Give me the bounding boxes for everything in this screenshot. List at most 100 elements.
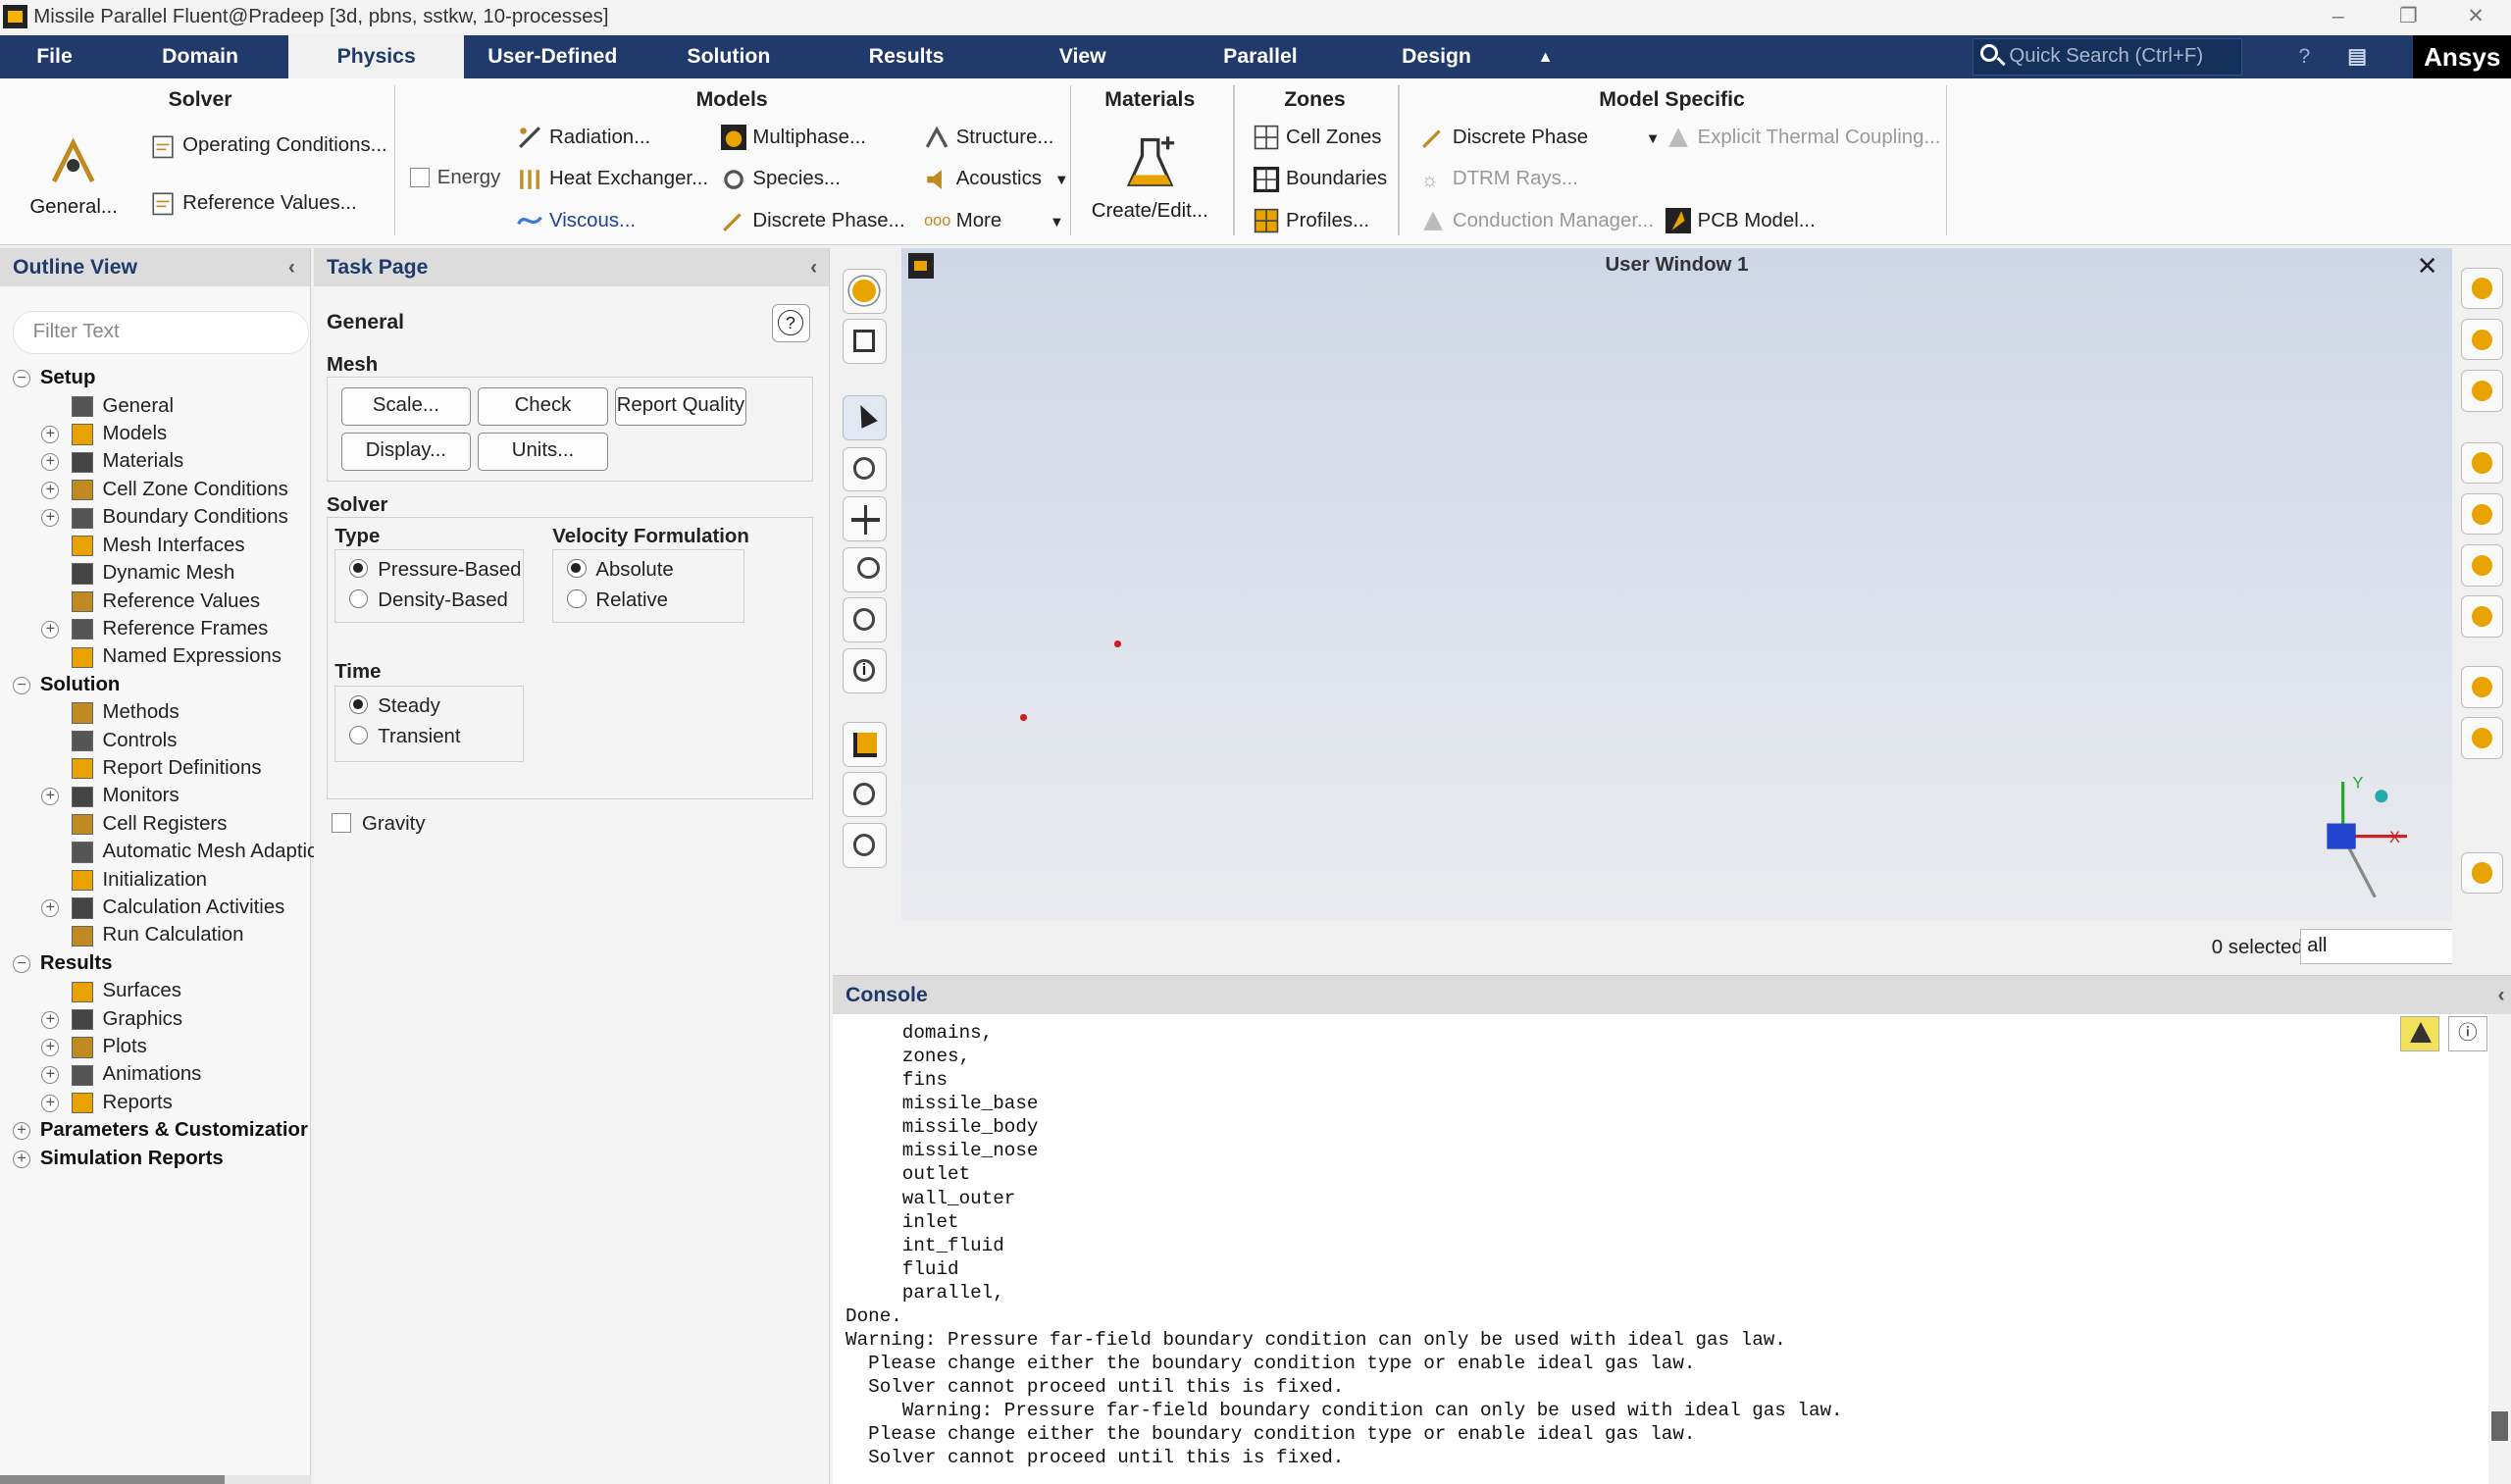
tab-solution[interactable]: Solution <box>673 35 785 78</box>
tree-item[interactable]: Monitors <box>102 783 179 810</box>
tab-user-defined[interactable]: User-Defined <box>478 35 628 78</box>
expand-toggle-icon[interactable]: + <box>41 509 60 528</box>
pan-icon[interactable] <box>842 496 888 541</box>
expand-toggle-icon[interactable]: + <box>41 1010 60 1029</box>
scale-button[interactable]: Scale... <box>340 387 471 427</box>
more-button[interactable]: ooo More ▼ <box>924 207 1064 235</box>
dtrm-rays-button[interactable]: ☼ DTRM Rays... <box>1420 165 1578 193</box>
discrete-phase-button[interactable]: Discrete Phase... <box>721 207 905 235</box>
fit-to-window-icon[interactable] <box>842 722 888 768</box>
tree-item[interactable]: Graphics <box>102 1006 182 1034</box>
operating-conditions-button[interactable]: Operating Conditions... <box>150 131 387 160</box>
tree-item[interactable]: Boundary Conditions <box>102 504 287 532</box>
expand-toggle-icon[interactable]: + <box>41 621 60 639</box>
absolute-radio[interactable] <box>566 558 587 579</box>
viscous-button[interactable]: Viscous... <box>517 207 636 235</box>
view-side-icon[interactable] <box>2461 318 2503 361</box>
tree-item[interactable]: Parameters & Customizatior <box>40 1117 308 1145</box>
expand-toggle-icon[interactable]: + <box>41 1095 60 1112</box>
multiphase-button[interactable]: Multiphase... <box>720 124 866 152</box>
check-button[interactable]: Check <box>477 387 609 427</box>
tab-results[interactable]: Results <box>855 35 957 78</box>
cell-zones-button[interactable]: Cell Zones <box>1254 124 1382 152</box>
expand-toggle-icon[interactable]: − <box>13 955 30 973</box>
tree-item[interactable]: Models <box>102 421 167 448</box>
expand-toggle-icon[interactable]: + <box>41 426 60 443</box>
gravity-checkbox[interactable] <box>331 813 351 833</box>
collapse-panel-icon[interactable]: ‹ <box>288 248 295 286</box>
tree-item[interactable]: Materials <box>102 448 183 476</box>
tab-physics[interactable]: Physics <box>287 34 465 78</box>
tree-item[interactable]: Plots <box>102 1034 146 1061</box>
species-button[interactable]: Species... <box>721 165 841 193</box>
expand-toggle-icon[interactable]: − <box>13 370 30 388</box>
tab-view[interactable]: View <box>1045 35 1121 78</box>
expand-toggle-icon[interactable]: + <box>41 899 60 917</box>
zoom-to-fit-icon[interactable] <box>842 771 888 817</box>
help-icon[interactable]: ? <box>2290 35 2319 78</box>
restore-button[interactable]: ❐ <box>2374 0 2444 33</box>
layout-icon[interactable] <box>2461 851 2503 895</box>
acoustics-button[interactable]: Acoustics ▼ <box>924 165 1069 193</box>
collapse-ribbon-icon[interactable]: ▲ <box>1529 35 1562 78</box>
structure-button[interactable]: Structure... <box>924 124 1053 152</box>
view-front-icon[interactable] <box>2461 267 2503 310</box>
tree-item[interactable]: Controls <box>102 728 177 755</box>
undo-view-icon[interactable] <box>2461 595 2503 638</box>
expand-toggle-icon[interactable]: + <box>13 1150 30 1168</box>
mesh-display-icon[interactable] <box>842 269 888 314</box>
tree-item[interactable]: Reference Frames <box>102 616 268 643</box>
relative-radio[interactable] <box>566 588 587 609</box>
probe-info-icon[interactable]: i <box>842 648 888 693</box>
filter-text-input[interactable]: Filter Text <box>13 310 310 354</box>
boundaries-button[interactable]: Boundaries <box>1254 165 1387 193</box>
create-edit-button[interactable]: Create/Edit... <box>1089 133 1210 230</box>
minimize-button[interactable]: – <box>2303 0 2374 33</box>
pcb-model-button[interactable]: PCB Model... <box>1665 207 1816 235</box>
zoom-in-out-icon[interactable] <box>842 547 888 593</box>
tree-item[interactable]: Named Expressions <box>102 643 281 671</box>
explicit-thermal-coupling-button[interactable]: Explicit Thermal Coupling... <box>1665 124 1940 152</box>
tree-item[interactable]: Animations <box>102 1061 201 1089</box>
tree-item[interactable]: Initialization <box>102 867 207 895</box>
conduction-manager-button[interactable]: Conduction Manager... <box>1420 207 1654 235</box>
expand-toggle-icon[interactable]: − <box>13 676 30 694</box>
zoom-out-icon[interactable] <box>842 823 888 868</box>
copy-view-icon[interactable] <box>842 318 888 364</box>
expand-toggle-icon[interactable]: + <box>41 1066 60 1085</box>
rotate-icon[interactable] <box>842 446 888 492</box>
zoom-box-icon[interactable] <box>842 596 888 642</box>
tree-item[interactable]: Surfaces <box>102 978 180 1005</box>
collapse-panel-icon[interactable]: ‹ <box>2497 976 2504 1014</box>
hide-eye-icon[interactable] <box>2461 492 2503 536</box>
tab-design[interactable]: Design <box>1393 35 1479 78</box>
notes-icon[interactable]: ▤ <box>2341 35 2374 78</box>
close-window-button[interactable]: ✕ <box>2440 0 2511 33</box>
discrete-phase-specific-button[interactable]: Discrete Phase ▼ <box>1420 124 1660 152</box>
reference-values-button[interactable]: Reference Values... <box>150 189 357 218</box>
tab-domain[interactable]: Domain <box>147 35 253 78</box>
heat-exchanger-button[interactable]: Heat Exchanger... <box>517 165 708 193</box>
tree-item[interactable]: General <box>102 393 174 421</box>
tree-item[interactable]: Automatic Mesh Adaptic <box>102 839 317 866</box>
radiation-button[interactable]: Radiation... <box>517 124 650 152</box>
tree-item[interactable]: Reports <box>102 1090 172 1117</box>
help-button[interactable]: ? <box>771 304 811 343</box>
collapse-panel-icon[interactable]: ‹ <box>810 248 817 286</box>
tab-parallel[interactable]: Parallel <box>1214 35 1307 78</box>
info-icon[interactable]: ⓘ <box>2448 1016 2487 1052</box>
expand-toggle-icon[interactable]: + <box>41 482 60 499</box>
profiles-button[interactable]: Profiles... <box>1254 207 1369 235</box>
expand-toggle-icon[interactable]: + <box>41 788 60 806</box>
tree-item[interactable]: Calculation Activities <box>102 895 284 922</box>
expand-toggle-icon[interactable]: + <box>41 453 60 472</box>
console-panel[interactable]: Console ‹ domains, zones, fins missile_ba… <box>833 975 2511 1484</box>
tree-item[interactable]: Cell Zone Conditions <box>102 477 287 504</box>
tree-item[interactable]: Setup <box>40 365 96 392</box>
expand-toggle-icon[interactable]: + <box>41 1039 60 1056</box>
tree-item[interactable]: Reference Values <box>102 588 260 616</box>
view-top-icon[interactable] <box>2461 370 2503 412</box>
tree-item[interactable]: Simulation Reports <box>40 1146 224 1173</box>
show-eye-icon[interactable] <box>2461 441 2503 485</box>
tab-file[interactable]: File <box>23 35 86 78</box>
